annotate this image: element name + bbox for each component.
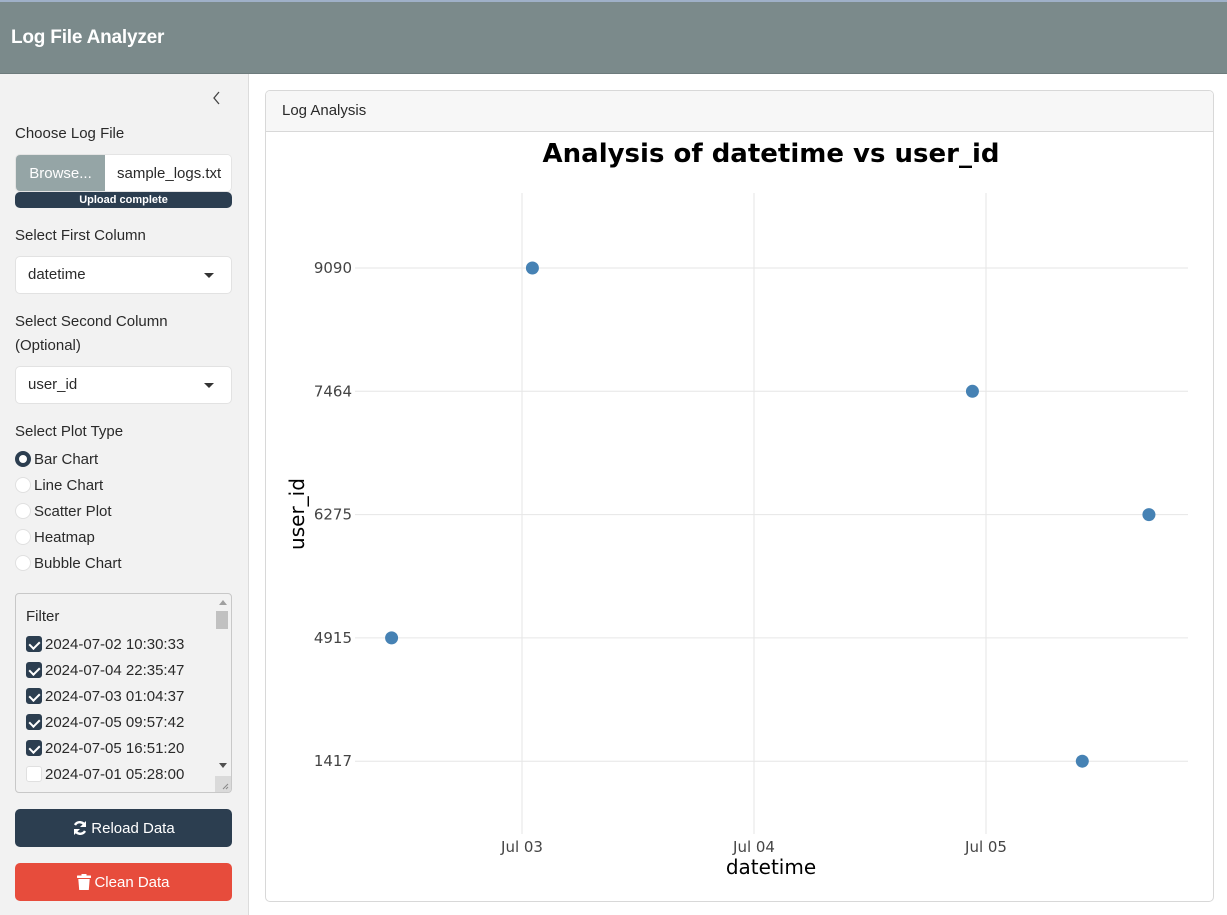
filter-item-label: 2024-07-02 10:30:33 bbox=[45, 635, 185, 653]
sidebar: Choose Log File Browse... sample_logs.tx… bbox=[0, 74, 249, 915]
clean-data-button[interactable]: Clean Data bbox=[15, 863, 232, 901]
x-tick-label: Jul 04 bbox=[732, 838, 775, 856]
second-column-label-line1: Select Second Column bbox=[15, 313, 168, 330]
x-tick-label: Jul 05 bbox=[964, 838, 1007, 856]
chevron-left-icon bbox=[213, 91, 220, 105]
checkbox[interactable] bbox=[26, 636, 42, 652]
scroll-thumb[interactable] bbox=[216, 611, 228, 629]
data-point[interactable] bbox=[525, 261, 539, 275]
radio-heatmap[interactable]: Heatmap bbox=[15, 527, 95, 547]
y-tick-label: 1417 bbox=[314, 752, 352, 770]
app-title: Log File Analyzer bbox=[11, 27, 165, 48]
collapse-sidebar-button[interactable] bbox=[209, 90, 225, 106]
checkbox[interactable] bbox=[26, 688, 42, 704]
plot-type-label: Select Plot Type bbox=[15, 423, 124, 440]
radio-button[interactable] bbox=[15, 503, 31, 519]
browse-button[interactable]: Browse... bbox=[16, 155, 105, 191]
scroll-up-icon[interactable] bbox=[219, 600, 227, 605]
log-analysis-card: Log Analysis Analysis of datetime vs use… bbox=[265, 90, 1214, 902]
checkbox[interactable] bbox=[26, 662, 42, 678]
trash-icon bbox=[77, 874, 92, 890]
caret-down-icon bbox=[204, 273, 214, 278]
upload-progress-bar: Upload complete bbox=[15, 192, 232, 208]
filter-item[interactable]: 2024-07-02 10:30:33 bbox=[26, 634, 184, 654]
checkbox[interactable] bbox=[26, 766, 42, 782]
resize-grip-icon[interactable] bbox=[215, 776, 231, 792]
main-panel: Log Analysis Analysis of datetime vs use… bbox=[250, 74, 1227, 915]
data-point[interactable] bbox=[965, 384, 979, 398]
y-tick-label: 9090 bbox=[314, 259, 352, 277]
reload-data-label: Reload Data bbox=[91, 819, 175, 837]
filter-item-label: 2024-07-05 16:51:20 bbox=[45, 739, 185, 757]
filter-item-label: 2024-07-05 09:57:42 bbox=[45, 713, 185, 731]
checkbox[interactable] bbox=[26, 714, 42, 730]
filter-item[interactable]: 2024-07-01 05:28:00 bbox=[26, 764, 184, 784]
first-column-select[interactable]: datetime bbox=[15, 256, 232, 294]
data-point[interactable] bbox=[1075, 754, 1089, 768]
radio-label: Scatter Plot bbox=[34, 502, 112, 520]
filter-item[interactable]: 2024-07-04 22:35:47 bbox=[26, 660, 184, 680]
y-axis-label: user_id bbox=[285, 478, 309, 550]
x-tick-label: Jul 03 bbox=[500, 838, 543, 856]
radio-button[interactable] bbox=[15, 529, 31, 545]
filter-item-label: 2024-07-01 05:28:00 bbox=[45, 765, 185, 783]
filter-scrollbar[interactable] bbox=[215, 594, 231, 792]
radio-button[interactable] bbox=[15, 555, 31, 571]
second-column-value: user_id bbox=[28, 376, 78, 393]
file-input-label: Choose Log File bbox=[15, 125, 125, 142]
grid-layer bbox=[355, 193, 1188, 834]
radio-label: Bar Chart bbox=[34, 450, 99, 468]
radio-label: Bubble Chart bbox=[34, 554, 122, 572]
top-navbar: Log File Analyzer bbox=[0, 0, 1227, 74]
scatter-chart: Analysis of datetime vs user_id datetime… bbox=[285, 139, 1188, 879]
y-tick-label: 4915 bbox=[314, 629, 352, 647]
radio-scatter-plot[interactable]: Scatter Plot bbox=[15, 501, 112, 521]
file-input[interactable]: Browse... sample_logs.txt bbox=[15, 154, 232, 192]
radio-line-chart[interactable]: Line Chart bbox=[15, 475, 103, 495]
card-header: Log Analysis bbox=[266, 91, 1213, 132]
filter-title: Filter bbox=[26, 608, 60, 625]
y-tick-label: 7464 bbox=[314, 382, 352, 400]
radio-button[interactable] bbox=[15, 477, 31, 493]
filter-item-label: 2024-07-04 22:35:47 bbox=[45, 661, 185, 679]
clean-data-label: Clean Data bbox=[94, 873, 170, 891]
y-tick-label: 6275 bbox=[314, 506, 352, 524]
filter-item[interactable]: 2024-07-05 16:51:20 bbox=[26, 738, 184, 758]
data-point[interactable] bbox=[385, 631, 399, 645]
filter-list[interactable]: Filter 2024-07-02 10:30:33 2024-07-04 22… bbox=[15, 593, 232, 793]
checkbox[interactable] bbox=[26, 740, 42, 756]
filter-item[interactable]: 2024-07-05 09:57:42 bbox=[26, 712, 184, 732]
data-point[interactable] bbox=[1142, 508, 1156, 522]
reload-data-button[interactable]: Reload Data bbox=[15, 809, 232, 847]
radio-bar-chart[interactable]: Bar Chart bbox=[15, 449, 98, 469]
file-name-field[interactable]: sample_logs.txt bbox=[105, 155, 231, 191]
radio-label: Line Chart bbox=[34, 476, 104, 494]
radio-label: Heatmap bbox=[34, 528, 95, 546]
first-column-label: Select First Column bbox=[15, 227, 146, 244]
filter-item-label: 2024-07-03 01:04:37 bbox=[45, 687, 185, 705]
second-column-select[interactable]: user_id bbox=[15, 366, 232, 404]
tick-layer: 1417 4915 6275 7464 9090 Jul 03 Jul 04 Jul 05 bbox=[314, 259, 1007, 856]
refresh-icon bbox=[74, 821, 87, 835]
first-column-value: datetime bbox=[28, 266, 86, 283]
radio-bubble-chart[interactable]: Bubble Chart bbox=[15, 553, 122, 573]
scroll-down-icon[interactable] bbox=[219, 763, 227, 768]
caret-down-icon bbox=[204, 383, 214, 388]
radio-button[interactable] bbox=[15, 451, 31, 467]
x-axis-label: datetime bbox=[726, 855, 816, 879]
filter-item[interactable]: 2024-07-03 01:04:37 bbox=[26, 686, 184, 706]
chart-title: Analysis of datetime vs user_id bbox=[543, 139, 1000, 169]
second-column-label-line2: (Optional) bbox=[15, 337, 81, 354]
